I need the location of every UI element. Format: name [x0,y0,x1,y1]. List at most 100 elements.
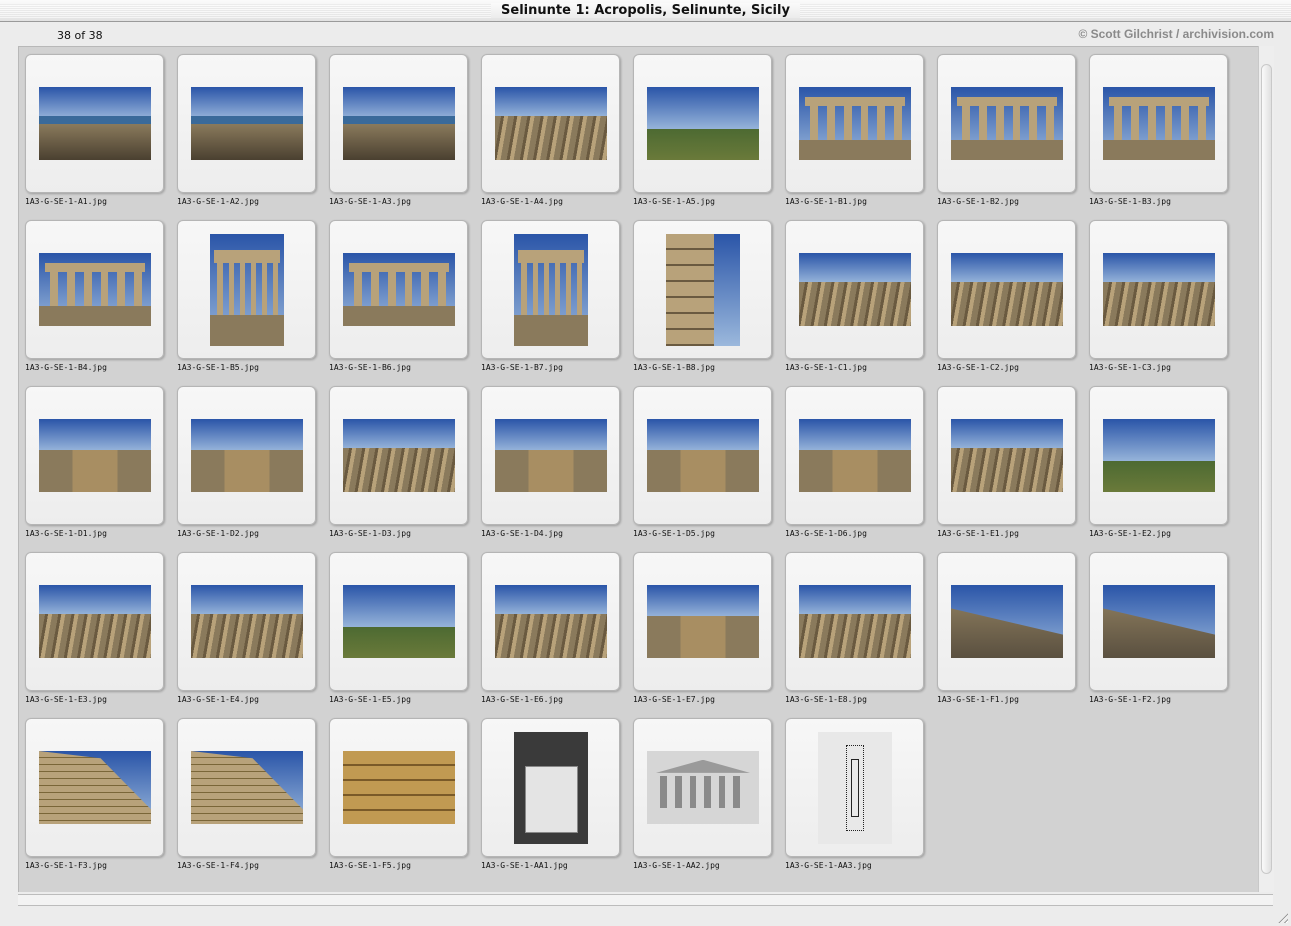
slide-mount[interactable] [937,54,1076,193]
thumbnail-filename: 1A3-G-SE-1-F3.jpg [25,861,107,870]
vertical-scrollbar[interactable] [1258,46,1274,892]
photo-ground [39,305,151,326]
thumbnail-item[interactable]: 1A3-G-SE-1-AA2.jpg [626,711,778,873]
slide-mount[interactable] [25,718,164,857]
slide-mount[interactable] [25,54,164,193]
slide-mount[interactable] [329,718,468,857]
photo-column [404,271,413,307]
photo-sky [799,253,911,284]
thumbnail-item[interactable]: 1A3-G-SE-1-AA3.jpg [778,711,930,873]
slide-mount[interactable] [785,54,924,193]
thumbnail-item[interactable]: 1A3-G-SE-1-B4.jpg [18,213,170,375]
slide-mount[interactable] [481,54,620,193]
thumbnail-image [647,419,759,492]
slide-mount[interactable] [633,54,772,193]
slide-mount[interactable] [785,386,924,525]
photo-column [438,271,447,307]
slide-mount[interactable] [937,552,1076,691]
scrollbar-thumb[interactable] [1261,64,1272,874]
thumbnail-item[interactable]: 1A3-G-SE-1-D5.jpg [626,379,778,541]
slide-mount[interactable] [937,386,1076,525]
slide-mount[interactable] [633,552,772,691]
thumbnail-item[interactable]: 1A3-G-SE-1-C2.jpg [930,213,1082,375]
thumbnail-item[interactable]: 1A3-G-SE-1-E2.jpg [1082,379,1234,541]
slide-mount[interactable] [937,220,1076,359]
slide-mount[interactable] [1089,54,1228,193]
thumbnail-item[interactable]: 1A3-G-SE-1-F4.jpg [170,711,322,873]
thumbnail-item[interactable]: 1A3-G-SE-1-B8.jpg [626,213,778,375]
slide-mount[interactable] [785,220,924,359]
thumbnail-item[interactable]: 1A3-G-SE-1-AA1.jpg [474,711,626,873]
slide-mount[interactable] [329,386,468,525]
thumbnail-item[interactable]: 1A3-G-SE-1-A1.jpg [18,47,170,209]
thumbnail-filename: 1A3-G-SE-1-D1.jpg [25,529,107,538]
thumbnail-item[interactable]: 1A3-G-SE-1-B6.jpg [322,213,474,375]
slide-mount[interactable] [785,552,924,691]
thumbnail-item[interactable]: 1A3-G-SE-1-E7.jpg [626,545,778,707]
slide-mount[interactable] [177,552,316,691]
resize-grip-icon[interactable] [1276,911,1288,923]
thumbnail-item[interactable]: 1A3-G-SE-1-F1.jpg [930,545,1082,707]
slide-mount[interactable] [785,718,924,857]
thumbnail-item[interactable]: 1A3-G-SE-1-D2.jpg [170,379,322,541]
thumbnail-item[interactable]: 1A3-G-SE-1-F5.jpg [322,711,474,873]
thumbnail-item[interactable]: 1A3-G-SE-1-D4.jpg [474,379,626,541]
slide-mount[interactable] [481,386,620,525]
thumbnail-item[interactable]: 1A3-G-SE-1-F2.jpg [1082,545,1234,707]
photo-ground [799,449,911,492]
slide-mount[interactable] [177,54,316,193]
photo-sky [191,419,303,452]
thumbnail-item[interactable]: 1A3-G-SE-1-E5.jpg [322,545,474,707]
thumbnail-item[interactable]: 1A3-G-SE-1-D3.jpg [322,379,474,541]
thumbnail-item[interactable]: 1A3-G-SE-1-F3.jpg [18,711,170,873]
slide-mount[interactable] [177,718,316,857]
horizontal-scrollbar[interactable] [18,894,1273,906]
slide-mount[interactable] [633,718,772,857]
slide-mount[interactable] [481,718,620,857]
thumbnail-filename: 1A3-G-SE-1-A5.jpg [633,197,715,206]
slide-mount[interactable] [329,220,468,359]
slide-mount[interactable] [1089,220,1228,359]
slide-mount[interactable] [25,552,164,691]
thumbnail-item[interactable]: 1A3-G-SE-1-B3.jpg [1082,47,1234,209]
thumbnail-item[interactable]: 1A3-G-SE-1-E1.jpg [930,379,1082,541]
slide-mount[interactable] [25,386,164,525]
thumbnail-item[interactable]: 1A3-G-SE-1-E6.jpg [474,545,626,707]
thumbnail-item[interactable]: 1A3-G-SE-1-D6.jpg [778,379,930,541]
thumbnail-filename: 1A3-G-SE-1-D6.jpg [785,529,867,538]
thumbnail-item[interactable]: 1A3-G-SE-1-E3.jpg [18,545,170,707]
slide-mount[interactable] [1089,386,1228,525]
slide-mount[interactable] [25,220,164,359]
slide-mount[interactable] [481,220,620,359]
slide-mount[interactable] [177,386,316,525]
thumbnail-item[interactable]: 1A3-G-SE-1-B1.jpg [778,47,930,209]
thumbnail-item[interactable]: 1A3-G-SE-1-A2.jpg [170,47,322,209]
slide-mount[interactable] [633,220,772,359]
thumbnail-item[interactable]: 1A3-G-SE-1-B7.jpg [474,213,626,375]
photo-column [117,271,126,307]
photo-column [827,105,835,141]
slide-mount[interactable] [177,220,316,359]
thumbnail-image [39,419,151,492]
thumbnail-item[interactable]: 1A3-G-SE-1-C1.jpg [778,213,930,375]
photo-ground [799,282,911,326]
thumbnail-image [191,585,303,658]
slide-mount[interactable] [1089,552,1228,691]
thumbnail-item[interactable]: 1A3-G-SE-1-A3.jpg [322,47,474,209]
thumbnail-filename: 1A3-G-SE-1-B8.jpg [633,363,715,372]
thumbnail-item[interactable]: 1A3-G-SE-1-D1.jpg [18,379,170,541]
thumbnail-item[interactable]: 1A3-G-SE-1-E4.jpg [170,545,322,707]
thumbnail-item[interactable]: 1A3-G-SE-1-B2.jpg [930,47,1082,209]
slide-mount[interactable] [481,552,620,691]
thumbnail-item[interactable]: 1A3-G-SE-1-A4.jpg [474,47,626,209]
slide-mount[interactable] [329,552,468,691]
thumbnail-image [818,732,892,844]
thumbnail-item[interactable]: 1A3-G-SE-1-B5.jpg [170,213,322,375]
thumbnail-item[interactable]: 1A3-G-SE-1-E8.jpg [778,545,930,707]
slide-mount[interactable] [633,386,772,525]
thumbnail-item[interactable]: 1A3-G-SE-1-A5.jpg [626,47,778,209]
slide-mount[interactable] [329,54,468,193]
thumbnail-filename: 1A3-G-SE-1-E5.jpg [329,695,411,704]
photo-sky [799,419,911,452]
thumbnail-item[interactable]: 1A3-G-SE-1-C3.jpg [1082,213,1234,375]
